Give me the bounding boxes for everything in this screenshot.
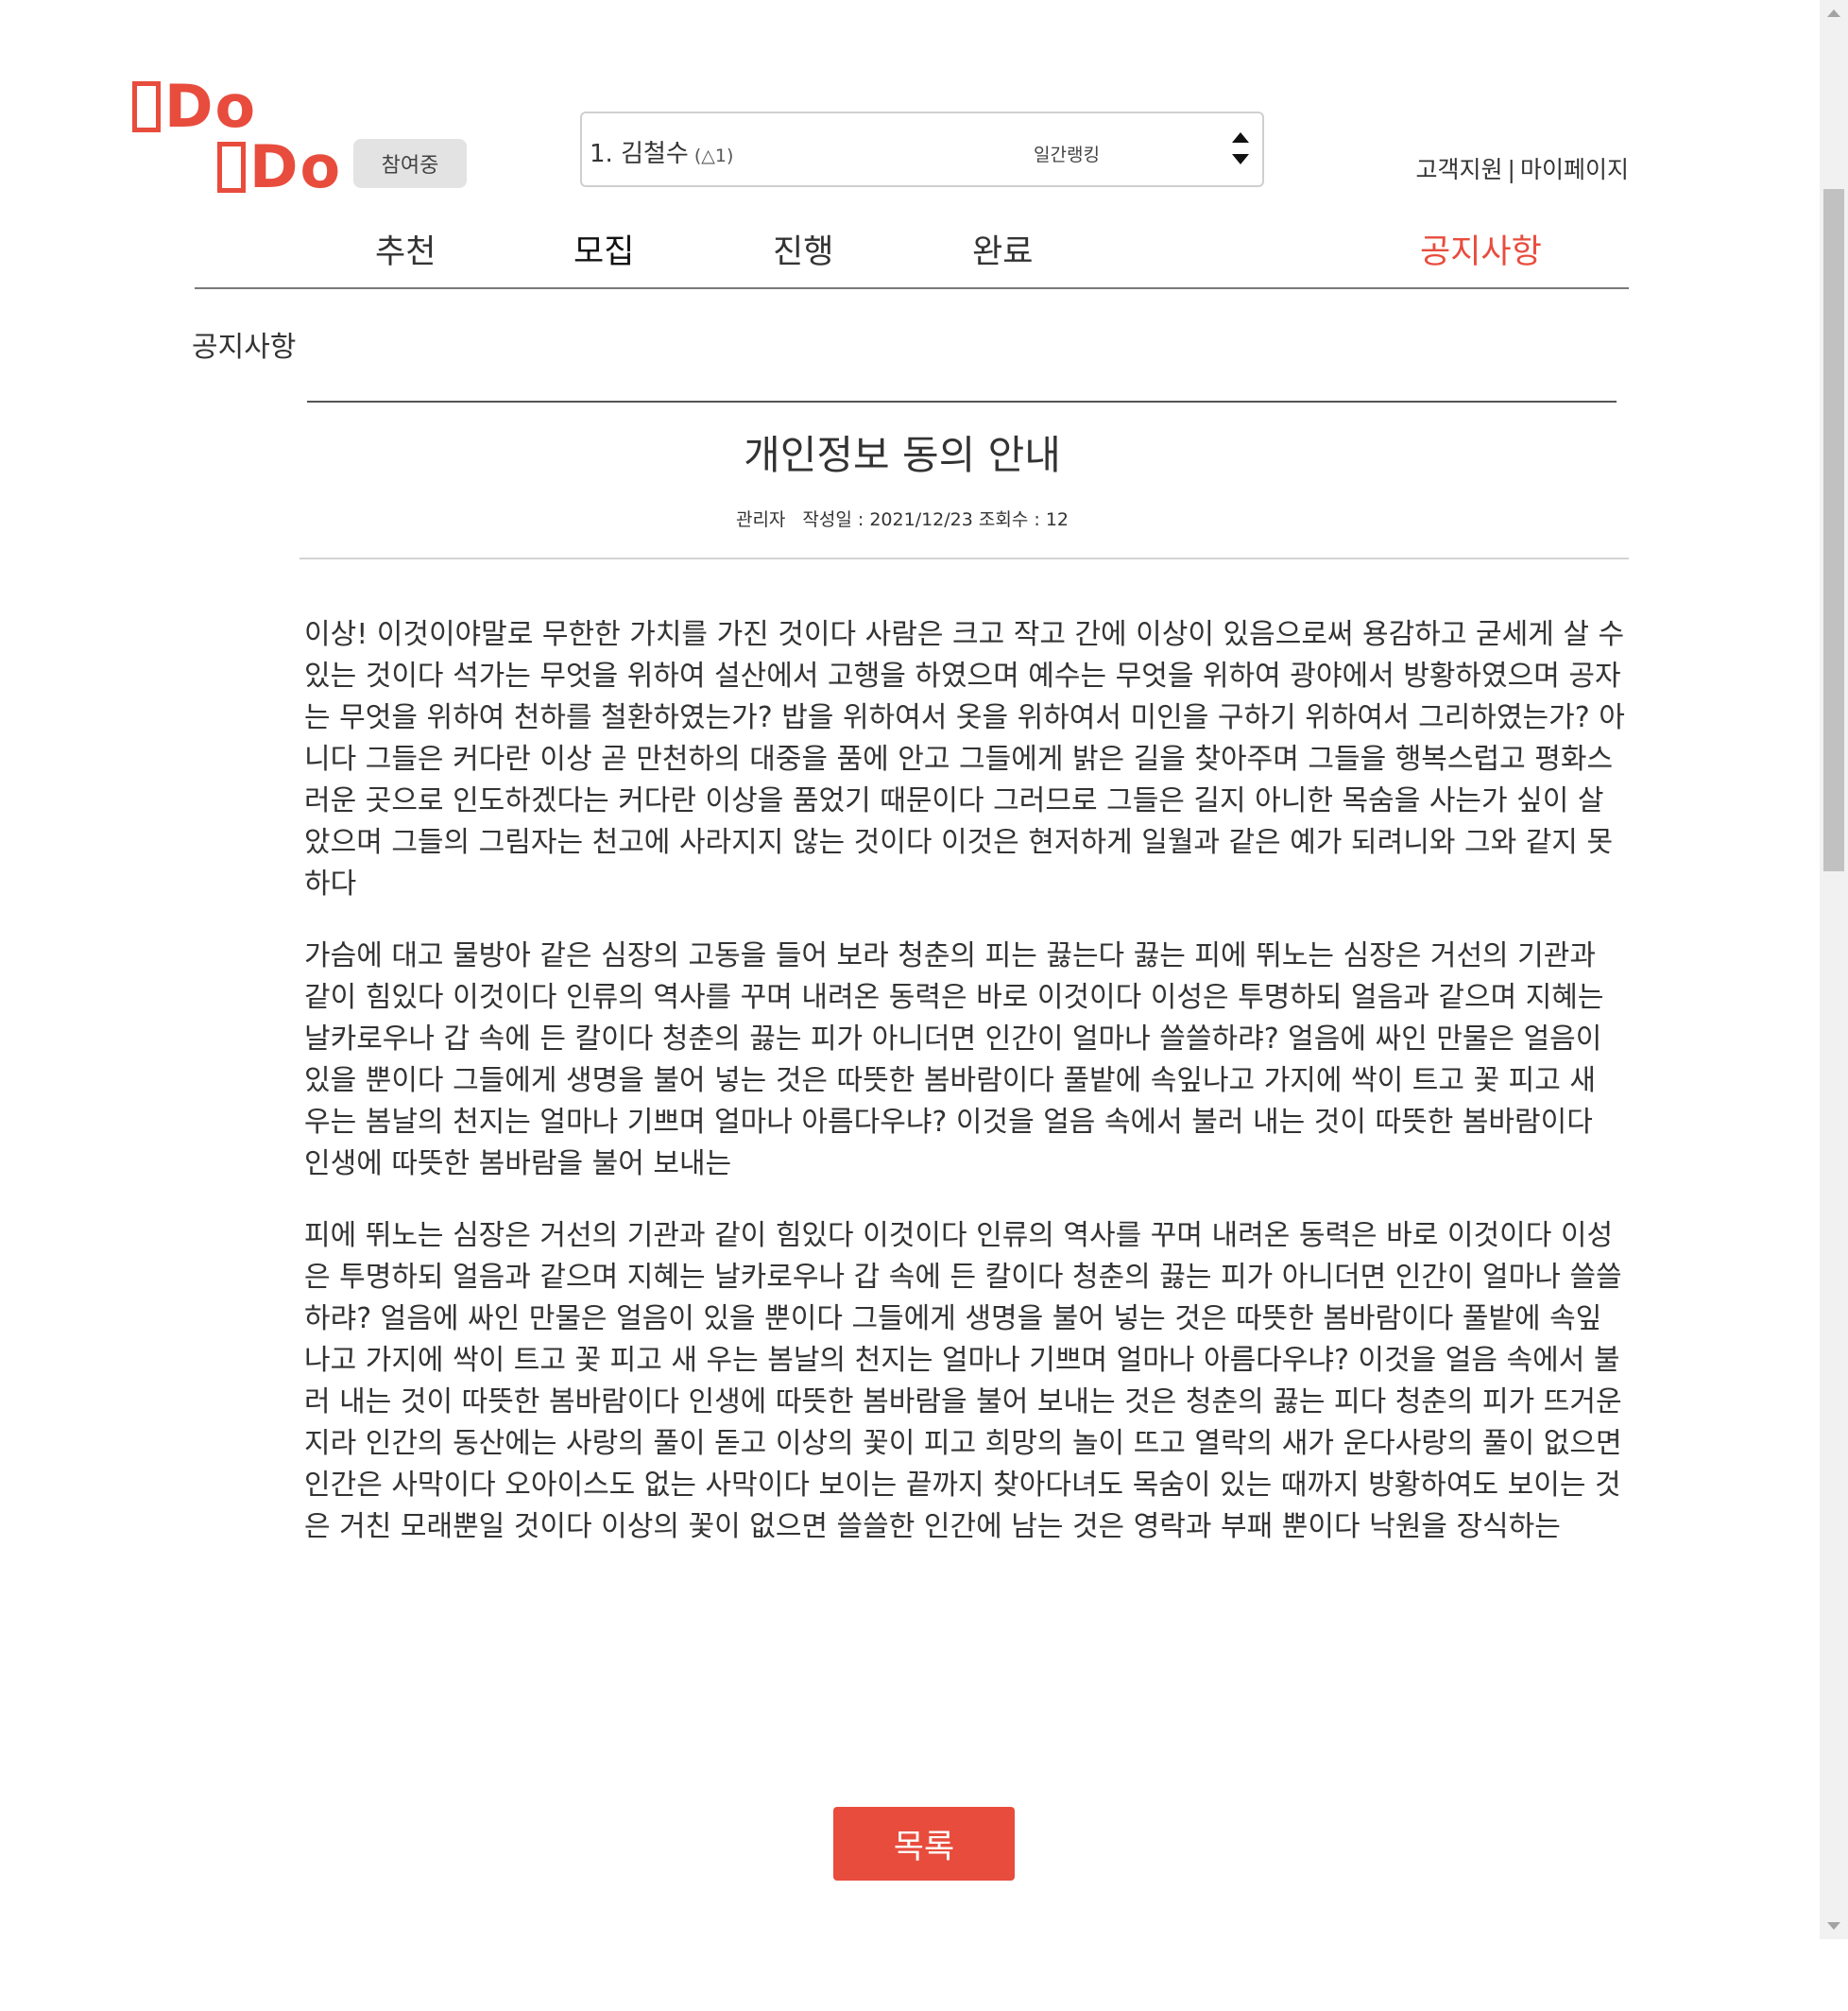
ranking-change: (△1)	[693, 146, 734, 166]
ranking-select[interactable]: 1. 김철수 (△1) 일간랭킹	[580, 112, 1264, 187]
page-scrollbar[interactable]	[1820, 0, 1848, 1939]
logo-text-1: Do	[164, 72, 258, 141]
post-top-divider	[307, 401, 1617, 403]
arrow-down-icon	[1232, 154, 1249, 164]
top-links: 고객지원 | 마이페이지	[1416, 151, 1629, 185]
ranking-current: 1. 김철수 (△1)	[590, 134, 733, 169]
nav-in-progress[interactable]: 진행	[773, 225, 833, 273]
nav-notice[interactable]: 공지사항	[1420, 225, 1542, 273]
section-title: 공지사항	[192, 331, 297, 364]
ranking-type: 일간랭킹	[1034, 145, 1100, 165]
select-arrows-icon[interactable]	[1232, 132, 1249, 170]
scrollbar-thumb[interactable]	[1823, 189, 1844, 871]
nav-divider	[195, 287, 1629, 289]
post-author: 관리자	[735, 509, 786, 530]
support-link[interactable]: 고객지원	[1416, 156, 1503, 183]
mypage-link[interactable]: 마이페이지	[1520, 156, 1629, 183]
link-separator: |	[1507, 156, 1515, 183]
scroll-down-icon[interactable]	[1827, 1922, 1840, 1930]
logo-line-1: Do	[132, 77, 257, 136]
nav-completed[interactable]: 완료	[972, 225, 1033, 273]
scroll-up-icon[interactable]	[1827, 9, 1840, 17]
post-date: 작성일 : 2021/12/23	[802, 509, 973, 530]
ranking-user: 1. 김철수	[590, 140, 689, 168]
logo-box-glyph	[217, 142, 246, 193]
list-button[interactable]: 목록	[833, 1807, 1015, 1881]
post-paragraph: 이상! 이것이야말로 무한한 가치를 가진 것이다 사람은 크고 작고 간에 이…	[304, 618, 1625, 901]
logo-line-2: Do	[217, 138, 342, 197]
post-paragraph: 가슴에 대고 물방아 같은 심장의 고동을 들어 보라 청춘의 피는 끓는다 끓…	[304, 939, 1604, 1180]
nav-recruit[interactable]: 모집	[573, 225, 634, 273]
post-meta: 관리자 작성일 : 2021/12/23 조회수 : 12	[307, 506, 1497, 531]
post-header-divider	[299, 558, 1629, 559]
logo-text-2: Do	[249, 132, 343, 201]
post-body: 이상! 이것이야말로 무한한 가치를 가진 것이다 사람은 크고 작고 간에 이…	[304, 614, 1625, 1578]
arrow-up-icon	[1232, 132, 1249, 143]
post-title: 개인정보 동의 안내	[744, 432, 1061, 478]
post-views: 조회수 : 12	[978, 509, 1069, 530]
logo-box-glyph	[132, 81, 161, 132]
nav-recommend[interactable]: 추천	[375, 225, 436, 273]
site-logo[interactable]: Do Do	[132, 74, 359, 206]
participating-badge[interactable]: 참여중	[353, 139, 467, 188]
post-paragraph: 피에 뛰노는 심장은 거선의 기관과 같이 힘있다 이것이다 인류의 역사를 꾸…	[304, 1219, 1622, 1543]
